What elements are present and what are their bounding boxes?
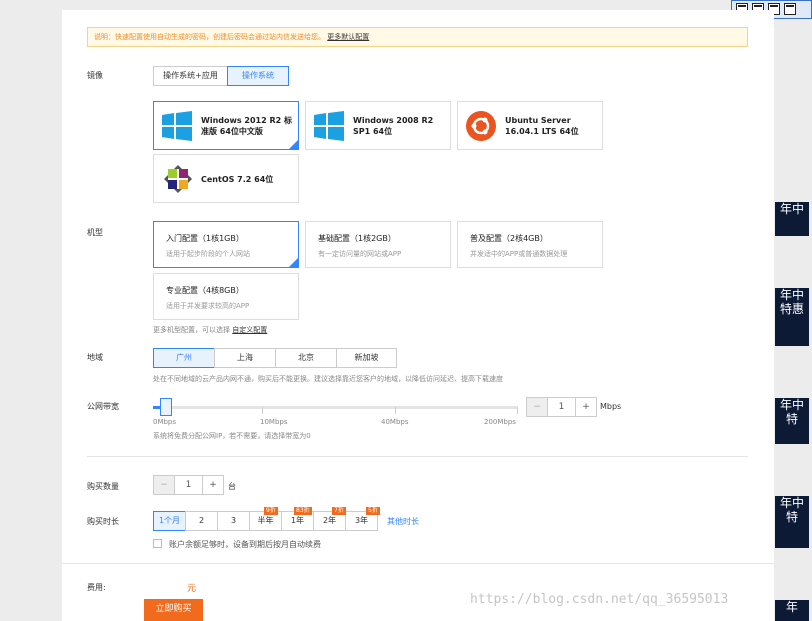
bandwidth-minus-button[interactable]: − bbox=[526, 397, 548, 417]
image-option-title: Ubuntu Server 16.04.1 LTS 64位 bbox=[505, 116, 579, 136]
duration-3-months[interactable]: 3 bbox=[217, 511, 250, 531]
instance-option-2c4g[interactable]: 普及配置（2核4GB） 并发适中的APP或普通数据处理 bbox=[457, 221, 603, 268]
instance-option-title: 基础配置（1核2GB） bbox=[318, 234, 396, 243]
region-hint: 处在不同地域的云产品内网不通，购买后不能更换。建议选择靠近您客户的地域，以降低访… bbox=[153, 375, 503, 383]
side-promo-widget[interactable]: 年中 bbox=[775, 202, 809, 236]
instance-label: 机型 bbox=[87, 228, 103, 237]
bandwidth-slider-track[interactable] bbox=[153, 406, 518, 409]
quantity-input[interactable]: 1 bbox=[174, 475, 203, 495]
image-option-title: Windows 2008 R2 SP1 64位 bbox=[353, 116, 434, 136]
image-option-ubuntu[interactable]: Ubuntu Server 16.04.1 LTS 64位 bbox=[457, 101, 603, 150]
quantity-minus-button[interactable]: − bbox=[153, 475, 175, 495]
fee-amount: 元 bbox=[187, 584, 197, 594]
image-option-win2008[interactable]: Windows 2008 R2 SP1 64位 bbox=[305, 101, 451, 150]
cursor-icon[interactable] bbox=[784, 3, 796, 15]
windows-logo-icon bbox=[162, 111, 192, 141]
fee-label: 费用: bbox=[87, 583, 106, 592]
discount-tag: 9折 bbox=[264, 507, 278, 515]
image-option-title: Windows 2012 R2 标准版 64位中文版 bbox=[201, 116, 292, 136]
windows-logo-icon bbox=[314, 111, 344, 141]
duration-label: 购买时长 bbox=[87, 517, 119, 526]
tick-label: 10Mbps bbox=[260, 418, 288, 426]
instance-option-1c1g[interactable]: 入门配置（1核1GB） 适用于起步阶段的个人网站 bbox=[153, 221, 299, 268]
side-promo-widget[interactable]: 年中特惠 bbox=[775, 288, 809, 346]
duration-1-month[interactable]: 1个月 bbox=[153, 511, 186, 531]
slider-tick bbox=[517, 407, 518, 414]
autorenew-label: 账户余额足够时，设备到期后按月自动续费 bbox=[169, 540, 321, 549]
image-option-centos[interactable]: CentOS 7.2 64位 bbox=[153, 154, 299, 203]
instance-option-desc: 适用于并发要求较高的APP bbox=[166, 302, 250, 310]
instance-option-1c2g[interactable]: 基础配置（1核2GB） 有一定访问量的网站或APP bbox=[305, 221, 451, 268]
bandwidth-hint: 系统将免费分配公网IP，若不需要，请选择带宽为0 bbox=[153, 432, 311, 440]
instance-option-title: 普及配置（2核4GB） bbox=[470, 234, 548, 243]
instance-option-desc: 适用于起步阶段的个人网站 bbox=[166, 250, 250, 258]
bandwidth-input[interactable]: 1 bbox=[547, 397, 576, 417]
quantity-unit: 台 bbox=[228, 482, 236, 491]
duration-2-months[interactable]: 2 bbox=[185, 511, 218, 531]
discount-tag: 83折 bbox=[294, 507, 312, 515]
discount-tag: 7折 bbox=[332, 507, 346, 515]
instance-option-desc: 有一定访问量的网站或APP bbox=[318, 250, 402, 258]
discount-tag: 5折 bbox=[366, 507, 380, 515]
quantity-label: 购买数量 bbox=[87, 482, 119, 491]
autorenew-checkbox[interactable] bbox=[153, 539, 162, 548]
bandwidth-plus-button[interactable]: + bbox=[575, 397, 597, 417]
instance-option-desc: 并发适中的APP或普通数据处理 bbox=[470, 250, 568, 258]
ubuntu-logo-icon bbox=[466, 111, 496, 141]
side-promo-widget[interactable]: 年 bbox=[775, 600, 809, 621]
image-option-win2012[interactable]: Windows 2012 R2 标准版 64位中文版 bbox=[153, 101, 299, 150]
custom-config-link[interactable]: 自定义配置 bbox=[232, 326, 267, 334]
tick-label: 0Mbps bbox=[153, 418, 177, 426]
footer-divider bbox=[62, 563, 774, 564]
buy-now-button[interactable]: 立即购买 bbox=[144, 599, 203, 621]
instance-option-title: 专业配置（4核8GB） bbox=[166, 286, 244, 295]
centos-logo-icon bbox=[164, 165, 192, 193]
bandwidth-label: 公网带宽 bbox=[87, 402, 119, 411]
slider-tick bbox=[262, 407, 263, 414]
side-promo-widget[interactable]: 年中特 bbox=[775, 496, 809, 548]
notice-link[interactable]: 更多默认配置 bbox=[327, 33, 369, 41]
instance-option-4c8g[interactable]: 专业配置（4核8GB） 适用于并发要求较高的APP bbox=[153, 273, 299, 320]
region-singapore[interactable]: 新加坡 bbox=[336, 348, 397, 368]
tab-os-app[interactable]: 操作系统+应用 bbox=[153, 66, 228, 86]
tab-os[interactable]: 操作系统 bbox=[227, 66, 289, 86]
quantity-plus-button[interactable]: + bbox=[202, 475, 224, 495]
region-shanghai[interactable]: 上海 bbox=[214, 348, 276, 368]
side-promo-widget[interactable]: 年中特 bbox=[775, 398, 809, 444]
instance-hint-text: 更多机型配置，可以选择 bbox=[153, 326, 230, 334]
slider-tick bbox=[395, 407, 396, 414]
region-beijing[interactable]: 北京 bbox=[275, 348, 337, 368]
tick-label: 200Mbps bbox=[484, 418, 516, 426]
region-label: 地域 bbox=[87, 353, 103, 362]
notice-bar: 说明：快速配置使用自动生成的密码，创建后密码会通过站内信发送给您。 更多默认配置 bbox=[87, 27, 748, 47]
notice-text: 说明：快速配置使用自动生成的密码，创建后密码会通过站内信发送给您。 bbox=[94, 33, 325, 41]
image-option-title: CentOS 7.2 64位 bbox=[201, 175, 274, 184]
divider bbox=[87, 456, 748, 457]
watermark: https://blog.csdn.net/qq_36595013 bbox=[470, 592, 729, 607]
instance-option-title: 入门配置（1核1GB） bbox=[166, 234, 244, 243]
image-label: 镜像 bbox=[87, 71, 103, 80]
tick-label: 40Mbps bbox=[381, 418, 409, 426]
bandwidth-unit: Mbps bbox=[600, 402, 622, 411]
instance-hint: 更多机型配置，可以选择 自定义配置 bbox=[153, 325, 267, 335]
bandwidth-slider-handle[interactable] bbox=[159, 398, 172, 416]
region-guangzhou[interactable]: 广州 bbox=[153, 348, 215, 368]
other-duration-link[interactable]: 其他时长 bbox=[387, 516, 419, 527]
